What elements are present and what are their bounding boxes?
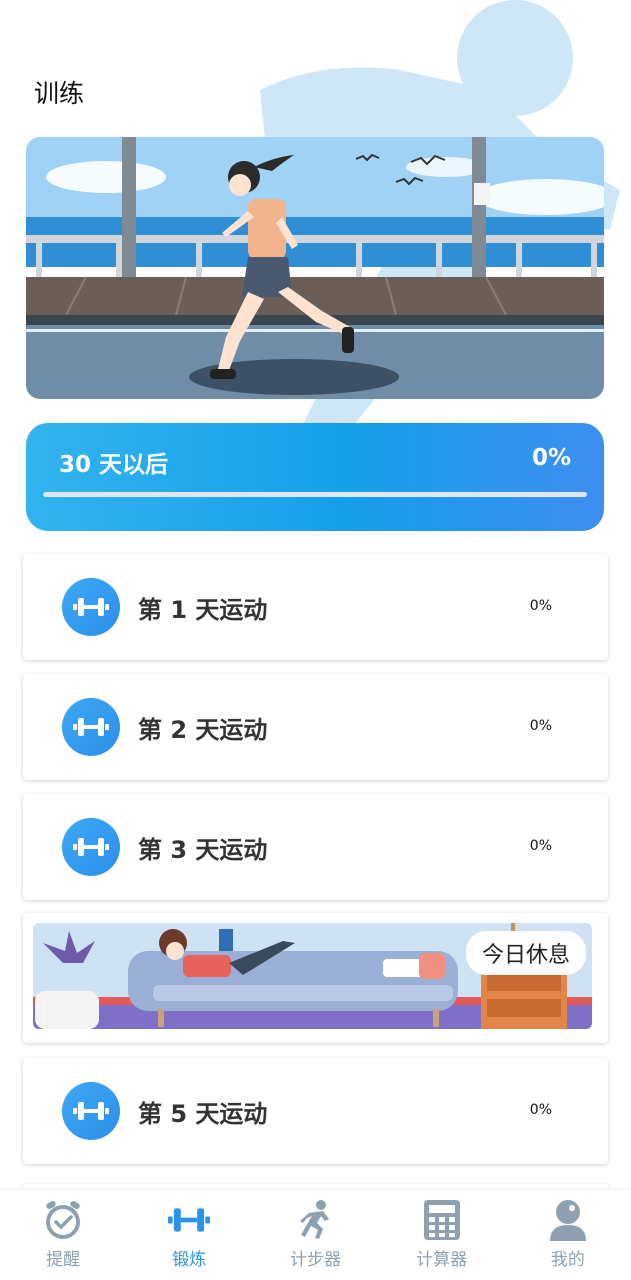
rest-day-card[interactable]: 今日休息 (23, 913, 608, 1043)
dumbbell-icon (62, 818, 120, 876)
tab-label: 锻炼 (172, 1250, 207, 1270)
dumbbell-icon (62, 1082, 120, 1140)
tab-reminder[interactable]: 提醒 (0, 1189, 126, 1280)
day-label: 第 1 天运动 (138, 596, 268, 624)
page-title: 训练 (34, 79, 85, 108)
day-card[interactable]: 第 5 天运动 0% (23, 1058, 608, 1164)
rest-day-badge: 今日休息 (465, 931, 586, 975)
day-label: 第 2 天运动 (138, 716, 268, 744)
day-label: 第 3 天运动 (138, 836, 268, 864)
alarm-clock-icon (42, 1199, 84, 1241)
day-percent: 0% (529, 838, 552, 854)
day-card[interactable]: 第 3 天运动 0% (23, 794, 608, 900)
calculator-icon (421, 1199, 463, 1241)
day-card[interactable]: 第 1 天运动 0% (23, 554, 608, 660)
plan-progress-card[interactable]: 30 天以后 0% (26, 423, 604, 531)
runner-icon (295, 1199, 337, 1241)
dumbbell-icon (168, 1199, 211, 1241)
hero-running-illustration (26, 137, 604, 399)
tab-label: 计算器 (416, 1250, 468, 1270)
tab-label: 我的 (550, 1250, 585, 1270)
tab-label: 提醒 (46, 1250, 81, 1270)
tab-profile[interactable]: 我的 (505, 1189, 631, 1280)
day-card[interactable]: 第 2 天运动 0% (23, 674, 608, 780)
day-percent: 0% (529, 1102, 552, 1118)
dumbbell-icon (62, 578, 120, 636)
plan-percent: 0% (531, 445, 571, 471)
user-profile-icon (547, 1199, 589, 1241)
day-label: 第 5 天运动 (138, 1100, 268, 1128)
day-percent: 0% (529, 718, 552, 734)
dumbbell-icon (62, 698, 120, 756)
bottom-tab-bar: 提醒 锻炼 计步器 计算器 我的 (0, 1188, 631, 1280)
tab-workout[interactable]: 锻炼 (126, 1189, 252, 1280)
plan-progress-bar (43, 492, 587, 497)
tab-calculator[interactable]: 计算器 (379, 1189, 505, 1280)
tab-label: 计步器 (290, 1250, 341, 1270)
tab-pedometer[interactable]: 计步器 (252, 1189, 378, 1280)
day-percent: 0% (529, 598, 552, 614)
plan-duration-label: 30 天以后 (59, 452, 169, 478)
